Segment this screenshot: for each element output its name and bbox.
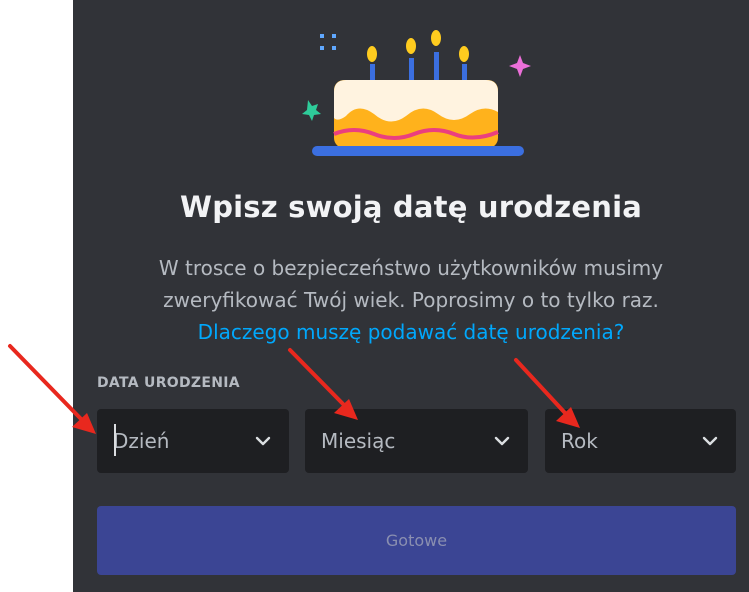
day-placeholder: Dzień — [113, 429, 170, 453]
text-cursor — [114, 424, 116, 456]
chevron-down-icon — [702, 436, 718, 446]
chevron-down-icon — [255, 436, 271, 446]
why-birthdate-link[interactable]: Dlaczego muszę podawać datę urodzenia? — [73, 316, 749, 348]
year-placeholder: Rok — [561, 429, 598, 453]
birthdate-label: DATA URODZENIA — [97, 375, 240, 391]
month-placeholder: Miesiąc — [321, 429, 396, 453]
chevron-down-icon — [494, 436, 510, 446]
submit-button[interactable]: Gotowe — [97, 506, 736, 575]
day-select[interactable]: Dzień — [97, 409, 289, 473]
description-line-2: zweryfikować Twój wiek. Poprosimy o to t… — [163, 288, 659, 312]
year-select[interactable]: Rok — [545, 409, 736, 473]
birthday-cake-illustration — [302, 30, 531, 156]
page-title: Wpisz swoją datę urodzenia — [180, 190, 642, 224]
dialog-description: W trosce o bezpieczeństwo użytkowników m… — [73, 252, 749, 348]
month-select[interactable]: Miesiąc — [305, 409, 528, 473]
description-line-1: W trosce o bezpieczeństwo użytkowników m… — [158, 256, 664, 280]
